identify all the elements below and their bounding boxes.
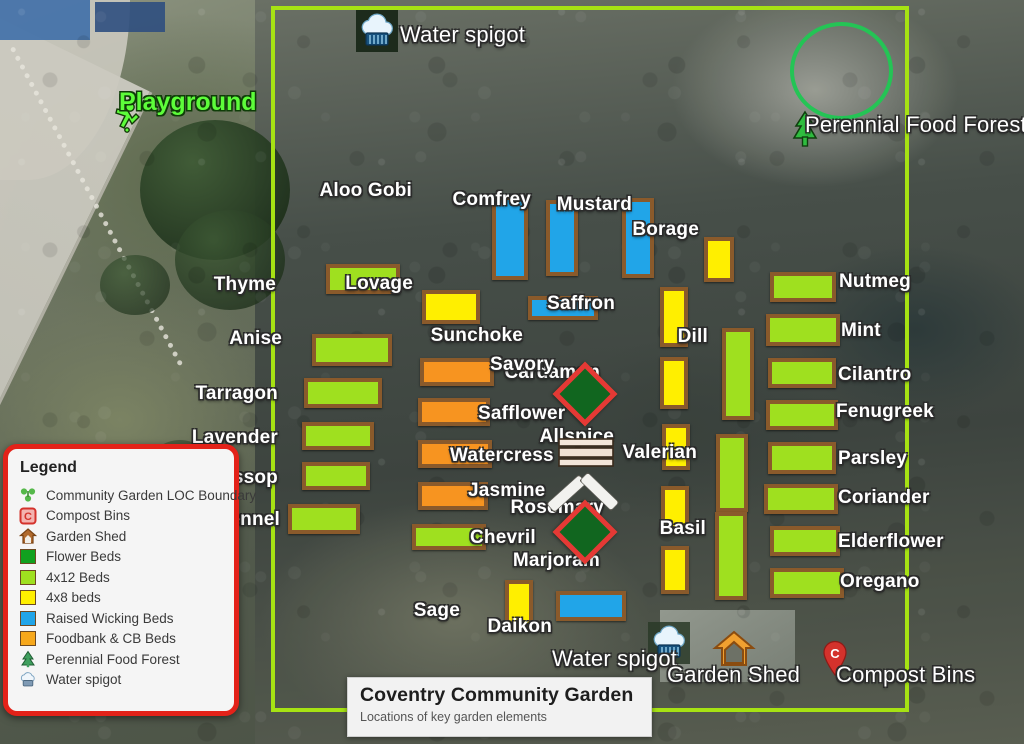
garden-bed[interactable] [312,334,392,366]
garden-bed[interactable] [704,237,734,282]
water-spigot-icon [18,671,37,689]
garden-bed[interactable] [418,440,492,468]
compost-pin-icon: C [822,640,848,681]
legend-item[interactable]: Foodbank & CB Beds [18,629,234,650]
garden-bed[interactable] [770,568,844,598]
shed-house-icon [712,628,756,675]
legend-item-label: Garden Shed [46,528,127,544]
garden-map-screenshot: Playground Perennial Food Forest Water s… [0,0,1024,744]
garden-bed[interactable] [304,378,382,408]
garden-bed[interactable] [326,264,400,294]
legend-panel: Legend Community Garden LOC Boundary C Com… [3,444,256,716]
water-spigot-icon [356,10,398,57]
swatch-icon [18,630,37,648]
legend-rows: Community Garden LOC Boundary C Compost Bi… [18,485,256,691]
svg-text:C: C [24,511,32,523]
garden-bed[interactable] [768,358,836,388]
legend-item-label: 4x8 beds [46,590,101,606]
garden-bed[interactable] [770,526,840,556]
tree-icon [790,110,820,153]
garden-structure [558,436,614,473]
svg-text:C: C [830,646,840,661]
garden-bed[interactable] [622,198,654,278]
legend-item[interactable]: Raised Wicking Beds [18,608,234,629]
map-title-card: Coventry Community Garden Locations of k… [347,677,652,737]
garden-bed[interactable] [302,462,370,490]
water-spigot-icon [648,622,690,669]
garden-bed[interactable] [722,328,754,420]
garden-bed[interactable] [556,591,626,621]
garden-bed[interactable] [505,580,533,628]
playground-label: Playground [119,88,257,116]
garden-bed[interactable] [418,398,490,426]
legend-item[interactable]: Flower Beds [18,547,234,568]
garden-bed[interactable] [662,424,690,470]
legend-item[interactable]: C Compost Bins [18,506,234,527]
legend-item-label: Foodbank & CB Beds [46,631,176,647]
page-title: Coventry Community Garden [360,684,634,706]
legend-item[interactable]: Garden Shed [18,526,234,547]
garden-bed[interactable] [768,442,836,474]
garden-bed[interactable] [528,296,598,320]
garden-bed[interactable] [418,482,488,510]
garden-bed[interactable] [661,486,689,530]
compost-c-icon: C [18,507,37,525]
garden-bed[interactable] [420,358,494,386]
swatch-icon [18,589,37,607]
garden-bed[interactable] [661,546,689,594]
garden-bed[interactable] [766,400,838,430]
legend-item-label: 4x12 Beds [46,569,110,585]
legend-heading: Legend [20,459,77,476]
garden-bed[interactable] [715,512,747,600]
shed-house-icon [18,527,37,545]
legend-item[interactable]: 4x8 beds [18,588,234,609]
garden-bed[interactable] [546,200,578,276]
garden-bed[interactable] [660,287,688,347]
legend-item-label: Water spigot [46,672,122,688]
garden-bed[interactable] [288,504,360,534]
trefoil-icon [18,486,37,504]
garden-bed[interactable] [660,357,688,409]
swatch-icon [18,548,37,566]
legend-item[interactable]: Community Garden LOC Boundary [18,485,256,506]
legend-item[interactable]: Perennial Food Forest [18,649,234,670]
legend-item-label: Compost Bins [46,508,131,524]
garden-bed[interactable] [716,434,748,512]
page-subtitle: Locations of key garden elements [360,710,547,724]
legend-item[interactable]: 4x12 Beds [18,567,234,588]
tree-icon [18,650,37,668]
garden-bed[interactable] [412,524,486,550]
food-forest-circle [790,22,893,120]
legend-item-label: Community Garden LOC Boundary [46,487,257,503]
garden-bed[interactable] [764,484,838,514]
legend-item-label: Raised Wicking Beds [46,610,174,626]
garden-bed[interactable] [492,196,528,280]
garden-bed[interactable] [302,422,374,450]
legend-item-label: Flower Beds [46,549,122,565]
legend-item-label: Perennial Food Forest [46,651,180,667]
swatch-icon [18,609,37,627]
garden-bed[interactable] [422,290,480,324]
garden-bed[interactable] [770,272,836,302]
legend-item[interactable]: Water spigot [18,670,234,691]
garden-bed[interactable] [766,314,840,346]
swatch-icon [18,568,37,586]
